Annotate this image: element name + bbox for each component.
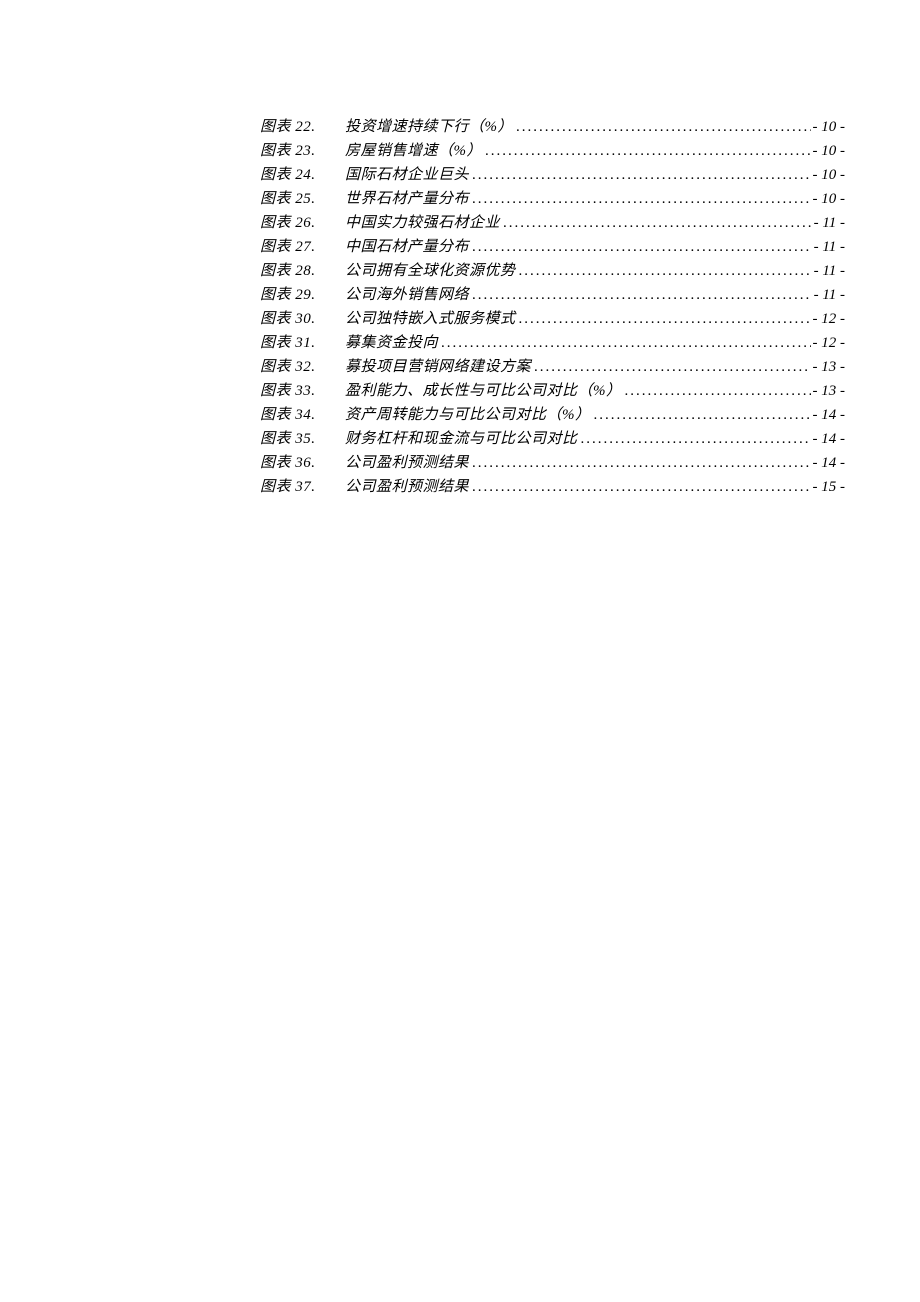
toc-dots: ........................................… — [581, 427, 811, 451]
toc-title: 公司盈利预测结果 — [345, 475, 469, 499]
toc-label: 图表 29. — [260, 283, 345, 307]
toc-label: 图表 23. — [260, 139, 345, 163]
toc-label: 图表 28. — [260, 259, 345, 283]
toc-entry: 图表 30.公司独特嵌入式服务模式.......................… — [260, 307, 845, 331]
toc-page: - 11 - — [814, 211, 845, 235]
toc-label: 图表 33. — [260, 379, 345, 403]
toc-title: 公司盈利预测结果 — [345, 451, 469, 475]
toc-title: 国际石材企业巨头 — [345, 163, 469, 187]
toc-page: - 13 - — [813, 355, 846, 379]
toc-title: 公司拥有全球化资源优势 — [345, 259, 516, 283]
toc-dots: ........................................… — [441, 331, 810, 355]
toc-title: 公司海外销售网络 — [345, 283, 469, 307]
toc-entry: 图表 31.募集资金投向............................… — [260, 331, 845, 355]
toc-dots: ........................................… — [534, 355, 810, 379]
toc-entry: 图表 29.公司海外销售网络..........................… — [260, 283, 845, 307]
toc-title: 公司独特嵌入式服务模式 — [345, 307, 516, 331]
toc-entry: 图表 23.房屋销售增速（%）.........................… — [260, 139, 845, 163]
toc-page: - 11 - — [814, 283, 845, 307]
toc-page: - 14 - — [813, 427, 846, 451]
toc-label: 图表 26. — [260, 211, 345, 235]
toc-label: 图表 31. — [260, 331, 345, 355]
toc-entry: 图表 37.公司盈利预测结果..........................… — [260, 475, 845, 499]
toc-entry: 图表 32.募投项目营销网络建设方案......................… — [260, 355, 845, 379]
toc-dots: ........................................… — [625, 379, 811, 403]
toc-title: 中国实力较强石材企业 — [345, 211, 500, 235]
toc-dots: ........................................… — [519, 307, 811, 331]
toc-page: - 12 - — [813, 331, 846, 355]
toc-dots: ........................................… — [472, 283, 812, 307]
toc-page: - 10 - — [813, 187, 846, 211]
toc-entry: 图表 26.中国实力较强石材企业........................… — [260, 211, 845, 235]
toc-page: - 10 - — [813, 163, 846, 187]
toc-title: 世界石材产量分布 — [345, 187, 469, 211]
toc-page: - 10 - — [813, 115, 846, 139]
toc-page: - 15 - — [813, 475, 846, 499]
toc-title: 中国石材产量分布 — [345, 235, 469, 259]
toc-label: 图表 32. — [260, 355, 345, 379]
toc-label: 图表 22. — [260, 115, 345, 139]
toc-title: 房屋销售增速（%） — [345, 139, 482, 163]
toc-title: 财务杠杆和现金流与可比公司对比 — [345, 427, 578, 451]
toc-title: 募集资金投向 — [345, 331, 438, 355]
toc-entry: 图表 25.世界石材产量分布..........................… — [260, 187, 845, 211]
toc-dots: ........................................… — [472, 475, 810, 499]
toc-label: 图表 37. — [260, 475, 345, 499]
toc-label: 图表 25. — [260, 187, 345, 211]
toc-entry: 图表 27.中国石材产量分布..........................… — [260, 235, 845, 259]
toc-dots: ........................................… — [472, 235, 812, 259]
toc-label: 图表 24. — [260, 163, 345, 187]
toc-entry: 图表 34.资产周转能力与可比公司对比（%）..................… — [260, 403, 845, 427]
toc-entry: 图表 22.投资增速持续下行（%）.......................… — [260, 115, 845, 139]
toc-entry: 图表 35.财务杠杆和现金流与可比公司对比...................… — [260, 427, 845, 451]
toc-dots: ........................................… — [472, 163, 810, 187]
toc-dots: ........................................… — [519, 259, 812, 283]
toc-page: - 13 - — [813, 379, 846, 403]
toc-page: - 11 - — [814, 259, 845, 283]
toc-dots: ........................................… — [594, 403, 811, 427]
toc-dots: ........................................… — [472, 187, 810, 211]
toc-page: - 11 - — [814, 235, 845, 259]
toc-title: 资产周转能力与可比公司对比（%） — [345, 403, 591, 427]
toc-entry: 图表 24.国际石材企业巨头..........................… — [260, 163, 845, 187]
toc-page: - 14 - — [813, 451, 846, 475]
toc-label: 图表 36. — [260, 451, 345, 475]
toc-page: - 10 - — [813, 139, 846, 163]
toc-title: 投资增速持续下行（%） — [345, 115, 513, 139]
toc-dots: ........................................… — [485, 139, 811, 163]
toc-dots: ........................................… — [516, 115, 811, 139]
toc-entry: 图表 33.盈利能力、成长性与可比公司对比（%）................… — [260, 379, 845, 403]
toc-dots: ........................................… — [503, 211, 812, 235]
toc-dots: ........................................… — [472, 451, 810, 475]
toc-page: - 14 - — [813, 403, 846, 427]
toc-page: - 12 - — [813, 307, 846, 331]
toc-label: 图表 34. — [260, 403, 345, 427]
toc-title: 募投项目营销网络建设方案 — [345, 355, 531, 379]
toc-label: 图表 27. — [260, 235, 345, 259]
toc-entry: 图表 36.公司盈利预测结果..........................… — [260, 451, 845, 475]
toc-label: 图表 30. — [260, 307, 345, 331]
table-of-contents: 图表 22.投资增速持续下行（%）.......................… — [260, 115, 845, 499]
toc-title: 盈利能力、成长性与可比公司对比（%） — [345, 379, 622, 403]
toc-entry: 图表 28.公司拥有全球化资源优势.......................… — [260, 259, 845, 283]
toc-label: 图表 35. — [260, 427, 345, 451]
